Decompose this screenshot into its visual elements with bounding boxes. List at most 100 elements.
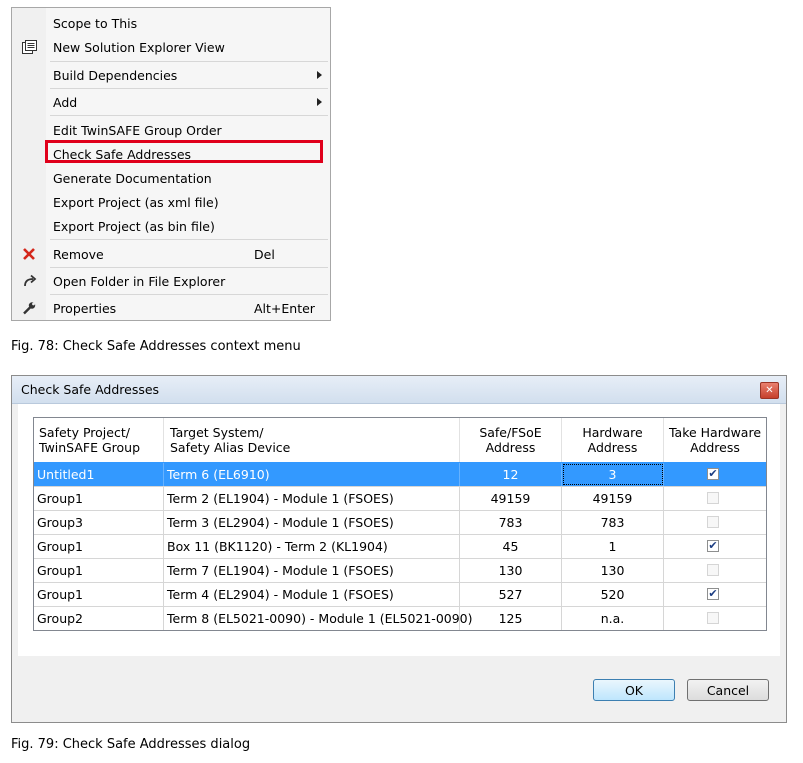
column-header-target[interactable]: Target System/ Safety Alias Device [164, 418, 460, 462]
column-header-line: Address [485, 440, 536, 455]
cell-safe-address: 12 [460, 463, 562, 486]
cell-hardware-address[interactable]: 49159 [562, 487, 664, 510]
column-header-line: TwinSAFE Group [39, 440, 141, 455]
cell-safe-address: 45 [460, 535, 562, 558]
menu-item-generate-documentation[interactable]: Generate Documentation [12, 167, 330, 189]
menu-item-shortcut: Del [254, 247, 275, 262]
table-row[interactable]: Group1 Term 4 (EL2904) - Module 1 (FSOES)… [34, 582, 766, 606]
take-hardware-address-checkbox[interactable]: ✔ [707, 540, 719, 552]
highlight-box [45, 140, 323, 163]
cell-safe-address: 783 [460, 511, 562, 534]
cell-hardware-address[interactable]: 3 [562, 463, 664, 486]
menu-separator [50, 61, 328, 62]
take-hardware-address-checkbox[interactable]: ✔ [707, 468, 719, 480]
cell-target: Term 3 (EL2904) - Module 1 (FSOES) [164, 511, 460, 534]
cell-hardware-address[interactable]: 520 [562, 583, 664, 606]
cell-group: Group1 [34, 535, 164, 558]
cell-safe-address: 130 [460, 559, 562, 582]
cell-hardware-address[interactable]: 783 [562, 511, 664, 534]
column-header-line: Hardware [582, 425, 643, 440]
cell-take-hardware-address [664, 559, 766, 582]
menu-item-export-project-xml[interactable]: Export Project (as xml file) [12, 191, 330, 213]
menu-item-label: Build Dependencies [53, 68, 178, 83]
table-row[interactable]: Group3 Term 3 (EL2904) - Module 1 (FSOES)… [34, 510, 766, 534]
cell-hardware-address[interactable]: 1 [562, 535, 664, 558]
menu-item-edit-twinsafe-group-order[interactable]: Edit TwinSAFE Group Order [12, 119, 330, 141]
menu-item-shortcut: Alt+Enter [254, 301, 315, 316]
menu-item-new-solution-explorer-view[interactable]: New Solution Explorer View [12, 36, 330, 58]
column-header-line: Safety Alias Device [170, 440, 291, 455]
cell-target: Term 6 (EL6910) [164, 463, 460, 486]
menu-separator [50, 294, 328, 295]
menu-item-label: Export Project (as bin file) [53, 219, 215, 234]
menu-item-label: Remove [53, 247, 104, 262]
open-folder-arrow-icon [20, 272, 38, 290]
menu-item-export-project-bin[interactable]: Export Project (as bin file) [12, 215, 330, 237]
menu-separator [50, 115, 328, 116]
menu-item-add[interactable]: Add [12, 91, 330, 113]
menu-item-label: New Solution Explorer View [53, 40, 225, 55]
menu-item-scope-to-this[interactable]: Scope to This [12, 12, 330, 34]
take-hardware-address-checkbox [707, 612, 719, 624]
wrench-icon [20, 299, 38, 317]
take-hardware-address-checkbox [707, 564, 719, 576]
cell-take-hardware-address [664, 487, 766, 510]
figure-caption: Fig. 79: Check Safe Addresses dialog [11, 737, 251, 752]
column-header-line: Take Hardware [668, 425, 762, 440]
cell-group: Group1 [34, 487, 164, 510]
menu-item-label: Scope to This [53, 16, 138, 31]
column-header-line: Address [690, 440, 740, 455]
cell-target: Term 2 (EL1904) - Module 1 (FSOES) [164, 487, 460, 510]
column-header-line: Safe/FSoE [479, 425, 542, 440]
column-header-safe-address[interactable]: Safe/FSoE Address [460, 418, 562, 462]
dialog-title-bar: Check Safe Addresses ✕ [12, 376, 786, 404]
menu-item-label: Export Project (as xml file) [53, 195, 219, 210]
table-row[interactable]: Group1 Term 2 (EL1904) - Module 1 (FSOES)… [34, 486, 766, 510]
submenu-arrow-icon [317, 98, 322, 106]
cell-group: Untitled1 [34, 463, 164, 486]
menu-separator [50, 239, 328, 240]
cell-take-hardware-address [664, 511, 766, 534]
close-icon[interactable]: ✕ [760, 382, 779, 399]
cell-group: Group3 [34, 511, 164, 534]
column-header-line: Target System/ [170, 425, 264, 440]
cell-safe-address: 49159 [460, 487, 562, 510]
table-row[interactable]: Group1 Box 11 (BK1120) - Term 2 (KL1904) 4… [34, 534, 766, 558]
menu-item-label: Open Folder in File Explorer [53, 274, 226, 289]
menu-item-build-dependencies[interactable]: Build Dependencies [12, 64, 330, 86]
menu-item-remove[interactable]: Remove Del [12, 243, 330, 265]
menu-item-label: Generate Documentation [53, 171, 212, 186]
cell-target: Term 4 (EL2904) - Module 1 (FSOES) [164, 583, 460, 606]
column-header-take-hardware-address[interactable]: Take Hardware Address [664, 418, 766, 462]
column-header-group[interactable]: Safety Project/ TwinSAFE Group [34, 418, 164, 462]
table-row[interactable]: Group2 Term 8 (EL5021-0090) - Module 1 (E… [34, 606, 766, 630]
cell-take-hardware-address [664, 607, 766, 630]
menu-item-label: Add [53, 95, 78, 110]
submenu-arrow-icon [317, 71, 322, 79]
column-header-line: Safety Project/ [39, 425, 130, 440]
table-row[interactable]: Group1 Term 7 (EL1904) - Module 1 (FSOES)… [34, 558, 766, 582]
table-row[interactable]: Untitled1 Term 6 (EL6910) 12 3 ✔ [34, 462, 766, 486]
menu-item-open-folder[interactable]: Open Folder in File Explorer [12, 270, 330, 292]
cell-group: Group1 [34, 559, 164, 582]
solution-explorer-icon [20, 38, 38, 56]
grid-header: Safety Project/ TwinSAFE Group Target Sy… [34, 418, 766, 462]
menu-item-properties[interactable]: Properties Alt+Enter [12, 297, 330, 319]
cancel-button[interactable]: Cancel [687, 679, 769, 701]
dialog-title: Check Safe Addresses [21, 382, 160, 397]
cell-safe-address: 125 [460, 607, 562, 630]
context-menu: Scope to This New Solution Explorer View… [11, 7, 331, 321]
ok-button[interactable]: OK [593, 679, 675, 701]
menu-separator [50, 88, 328, 89]
menu-item-label: Properties [53, 301, 117, 316]
cell-take-hardware-address: ✔ [664, 583, 766, 606]
take-hardware-address-checkbox [707, 516, 719, 528]
cell-hardware-address[interactable]: 130 [562, 559, 664, 582]
cell-take-hardware-address: ✔ [664, 463, 766, 486]
take-hardware-address-checkbox[interactable]: ✔ [707, 588, 719, 600]
take-hardware-address-checkbox [707, 492, 719, 504]
check-safe-addresses-dialog: Check Safe Addresses ✕ Safety Project/ T… [11, 375, 787, 723]
column-header-hardware-address[interactable]: Hardware Address [562, 418, 664, 462]
cell-hardware-address[interactable]: n.a. [562, 607, 664, 630]
addresses-grid[interactable]: Safety Project/ TwinSAFE Group Target Sy… [33, 417, 767, 631]
